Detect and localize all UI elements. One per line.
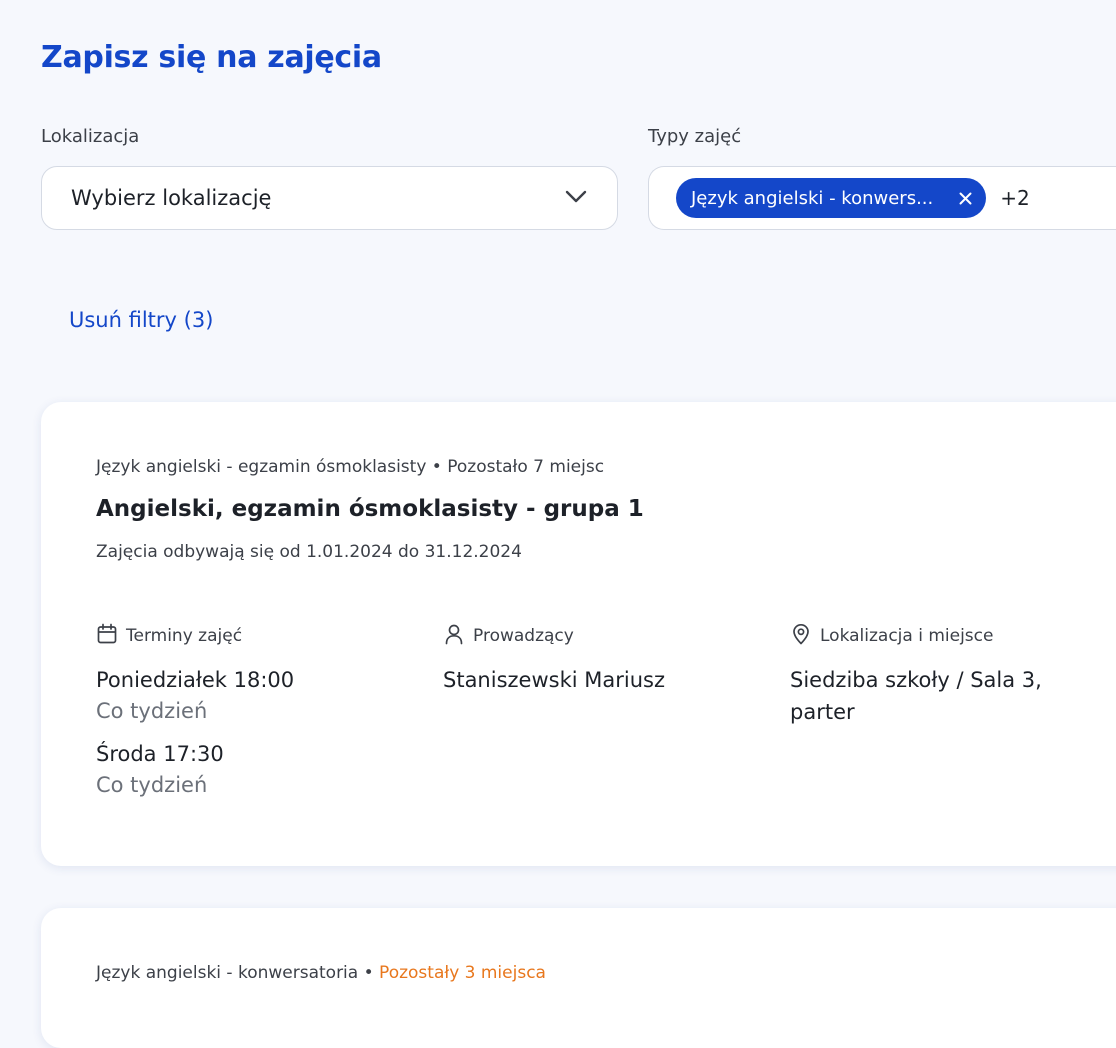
location-header: Lokalizacja i miejsce xyxy=(790,622,1090,650)
schedule-day-time: Środa 17:30 xyxy=(96,742,224,766)
location-select[interactable]: Wybierz lokalizację xyxy=(41,166,618,230)
location-filter-label: Lokalizacja xyxy=(41,126,140,147)
person-icon xyxy=(443,623,473,650)
type-select[interactable]: Język angielski - konwers... +2 xyxy=(648,166,1116,230)
page-title: Zapisz się na zajęcia xyxy=(41,40,382,75)
schedule-header: Terminy zajęć xyxy=(96,622,416,650)
clear-filters-link[interactable]: Usuń filtry (3) xyxy=(69,308,213,332)
calendar-icon xyxy=(96,623,126,650)
schedule-day-time: Poniedziałek 18:00 xyxy=(96,668,295,692)
teacher-section: Prowadzący Staniszewski Mariusz xyxy=(443,622,763,696)
more-types-count: +2 xyxy=(1000,186,1030,210)
remaining-seats: Pozostało 7 miejsc xyxy=(447,457,605,477)
schedule-frequency: Co tydzień xyxy=(96,699,208,723)
location-pin-icon xyxy=(790,623,820,650)
meta-separator: • xyxy=(363,963,374,983)
location-section: Lokalizacja i miejsce Siedziba szkoły / … xyxy=(790,622,1090,728)
schedule-item: Środa 17:30 Co tydzień xyxy=(96,738,416,800)
teacher-label: Prowadzący xyxy=(473,626,574,646)
teacher-header: Prowadzący xyxy=(443,622,763,650)
course-category: Język angielski - egzamin ósmoklasisty xyxy=(96,457,427,477)
location-label: Lokalizacja i miejsce xyxy=(820,626,994,646)
type-filter-label: Typy zajęć xyxy=(648,126,742,147)
close-icon[interactable] xyxy=(959,188,972,208)
course-title: Angielski, egzamin ósmoklasisty - grupa … xyxy=(96,496,644,522)
schedule-label: Terminy zajęć xyxy=(126,626,243,646)
course-category: Język angielski - konwersatoria xyxy=(96,963,359,983)
selected-type-chip: Język angielski - konwers... xyxy=(676,178,987,218)
location-select-placeholder: Wybierz lokalizację xyxy=(71,186,272,210)
course-meta: Język angielski - egzamin ósmoklasisty •… xyxy=(96,457,604,477)
schedule-list: Poniedziałek 18:00 Co tydzień Środa 17:3… xyxy=(96,664,416,800)
chevron-down-icon xyxy=(565,189,587,208)
schedule-item: Poniedziałek 18:00 Co tydzień xyxy=(96,664,416,726)
location-value: Siedziba szkoły / Sala 3, parter xyxy=(790,668,1042,724)
chip-label: Język angielski - konwers... xyxy=(691,187,934,209)
teacher-name: Staniszewski Mariusz xyxy=(443,668,665,692)
meta-separator: • xyxy=(431,457,442,477)
course-meta: Język angielski - konwersatoria • Pozost… xyxy=(96,963,546,983)
schedule-section: Terminy zajęć Poniedziałek 18:00 Co tydz… xyxy=(96,622,416,800)
schedule-frequency: Co tydzień xyxy=(96,773,208,797)
course-dates: Zajęcia odbywają się od 1.01.2024 do 31.… xyxy=(96,542,522,562)
remaining-seats: Pozostały 3 miejsca xyxy=(379,963,546,983)
